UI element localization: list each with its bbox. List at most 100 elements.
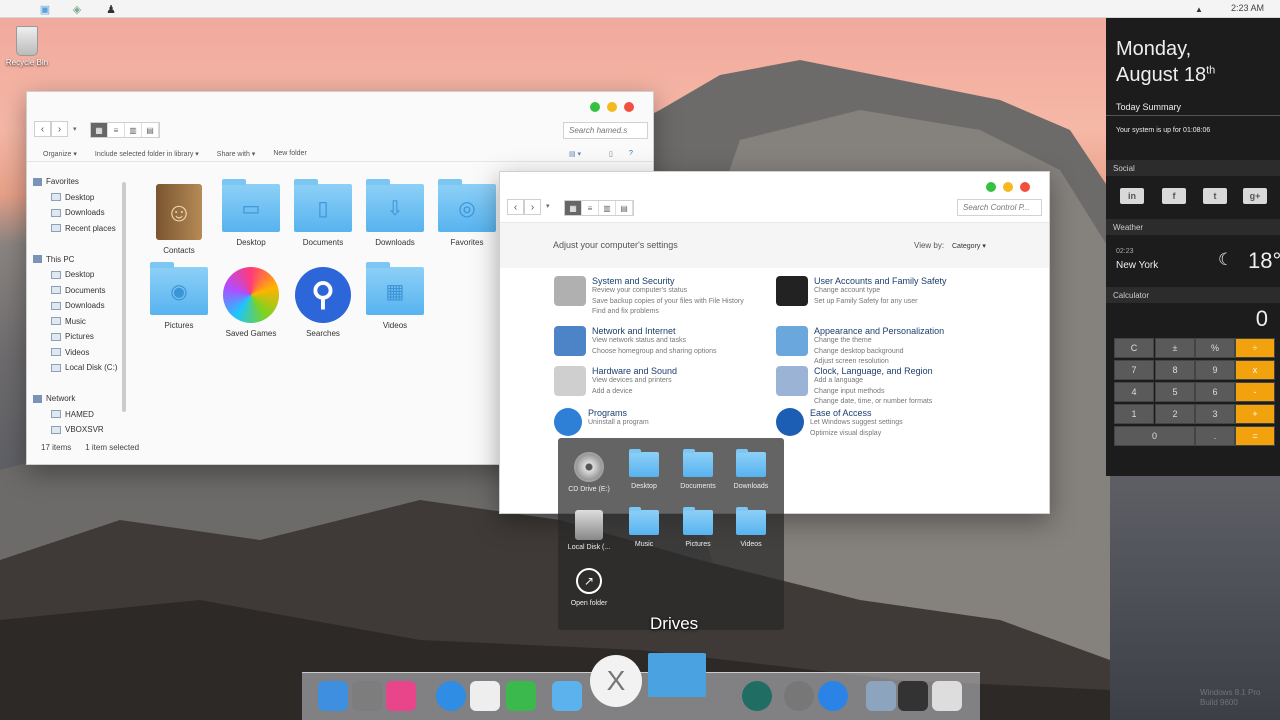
category-title-link[interactable]: Programs [588,408,649,418]
time-machine-icon[interactable] [742,681,772,711]
history-dropdown-icon[interactable]: ▾ [546,202,550,210]
category-title-link[interactable]: Appearance and Personalization [814,326,944,336]
stack-item[interactable]: CD Drive (E:) [562,452,616,493]
control-panel-search-input[interactable]: Search Control P... [957,199,1042,216]
list-view-button[interactable]: ≡ [108,123,125,137]
forward-button[interactable]: › [51,121,68,137]
category-title-link[interactable]: Clock, Language, and Region [814,366,933,376]
icon-view-button[interactable]: ▦ [91,123,108,137]
calculator-key[interactable]: ÷ [1235,338,1275,358]
calculator-key[interactable]: 4 [1114,382,1154,402]
google-plus-icon[interactable]: g+ [1243,188,1267,204]
back-button[interactable]: ‹ [34,121,51,137]
programs-icon[interactable] [554,408,582,436]
category-title-link[interactable]: Ease of Access [810,408,903,418]
category-task-link[interactable]: Review your computer's status [592,286,744,297]
column-view-button[interactable]: ▥ [125,123,142,137]
tray-app-icon[interactable]: ◈ [70,2,84,16]
nav-item[interactable]: VBOXSVR [33,422,125,438]
maximize-button[interactable] [986,182,996,192]
minimize-button[interactable] [607,102,617,112]
category-task-link[interactable]: View devices and printers [592,376,677,387]
applications-folder-icon[interactable] [648,653,706,697]
nav-item[interactable]: This PC [33,252,125,268]
menubar-clock[interactable]: 2:23 AM [1231,3,1264,13]
category-task-link[interactable]: Let Windows suggest settings [810,418,903,429]
calculator-key[interactable]: - [1235,382,1275,402]
icon-view-button[interactable]: ▦ [565,201,582,215]
file-item[interactable]: ◉ Pictures [143,262,215,338]
preview-icon[interactable] [866,681,896,711]
apple-icon[interactable] [8,2,22,16]
finder-icon[interactable] [318,681,348,711]
app-store-icon[interactable] [818,681,848,711]
nav-item[interactable]: Recent places [33,221,125,237]
file-item[interactable]: ⇩ Downloads [359,179,431,255]
coverflow-view-button[interactable]: ▤ [142,123,159,137]
network-icon[interactable] [554,326,586,356]
category-task-link[interactable]: Uninstall a program [588,418,649,429]
file-item[interactable]: ☺ Contacts [143,184,215,255]
back-button[interactable]: ‹ [507,199,524,215]
category-task-link[interactable]: Choose homegroup and sharing options [592,347,717,358]
file-item[interactable]: ▭ Desktop [215,179,287,255]
organize-menu[interactable]: Organize ▾ [43,150,77,158]
category-task-link[interactable]: Add a language [814,376,933,387]
hardware-icon[interactable] [554,366,586,396]
category-task-link[interactable]: Add a device [592,387,677,398]
facebook-icon[interactable]: f [1162,188,1186,204]
calculator-key[interactable]: 3 [1195,404,1235,424]
category-title-link[interactable]: Network and Internet [592,326,717,336]
file-item[interactable]: ▯ Documents [287,179,359,255]
share-with-menu[interactable]: Share with ▾ [217,150,256,158]
preview-pane-icon[interactable]: ▯ [609,150,613,158]
calculator-key[interactable]: 8 [1155,360,1195,380]
calculator-key[interactable]: % [1195,338,1235,358]
navigation-scrollbar[interactable] [122,182,126,412]
trash-icon[interactable] [932,681,962,711]
user-accounts-icon[interactable] [776,276,808,306]
app-menu-icon[interactable]: ▣ [38,2,52,16]
coverflow-view-button[interactable]: ▤ [616,201,633,215]
stack-item[interactable]: ↗ Open folder [562,568,616,607]
stack-item[interactable]: Videos [724,507,778,548]
category-task-link[interactable]: Find and fix problems [592,307,744,318]
ease-of-access-icon[interactable] [776,408,804,436]
category-title-link[interactable]: User Accounts and Family Safety [814,276,947,286]
nav-item[interactable]: Network [33,391,125,407]
calculator-key[interactable]: 2 [1155,404,1195,424]
category-title-link[interactable]: Hardware and Sound [592,366,677,376]
column-view-button[interactable]: ▥ [599,201,616,215]
category-task-link[interactable]: Optimize visual display [810,429,903,440]
system-preferences-icon[interactable] [352,681,382,711]
category-task-link[interactable]: Change the theme [814,336,944,347]
category-task-link[interactable]: Save backup copies of your files with Fi… [592,297,744,308]
stack-item[interactable]: Local Disk (... [562,510,616,551]
calculator-key[interactable]: 9 [1195,360,1235,380]
calculator-key[interactable]: x [1235,360,1275,380]
new-folder-button[interactable]: New folder [273,150,306,157]
forward-button[interactable]: › [524,199,541,215]
close-button[interactable] [1020,182,1030,192]
nav-item[interactable]: Pictures [33,329,125,345]
stack-item[interactable]: Desktop [617,449,671,490]
nav-item[interactable]: Downloads [33,298,125,314]
twitter-icon[interactable]: t [1203,188,1227,204]
system-security-icon[interactable] [554,276,586,306]
category-task-link[interactable]: View network status and tasks [592,336,717,347]
linkedin-icon[interactable]: in [1120,188,1144,204]
view-by-dropdown[interactable]: Category ▾ [952,242,986,250]
stack-item[interactable]: Pictures [671,507,725,548]
category-task-link[interactable]: Change date, time, or number formats [814,397,933,408]
stack-item[interactable]: Downloads [724,449,778,490]
nav-item[interactable]: HAMED [33,407,125,423]
history-dropdown-icon[interactable]: ▾ [73,125,77,133]
file-item[interactable]: ⚲ Searches [287,267,359,338]
category-task-link[interactable]: Change account type [814,286,947,297]
facetime-icon[interactable] [506,681,536,711]
textedit-icon[interactable] [470,681,500,711]
calculator-key[interactable]: 1 [1114,404,1154,424]
category-task-link[interactable]: Set up Family Safety for any user [814,297,947,308]
category-task-link[interactable]: Change desktop background [814,347,944,358]
launchpad-icon[interactable] [784,681,814,711]
